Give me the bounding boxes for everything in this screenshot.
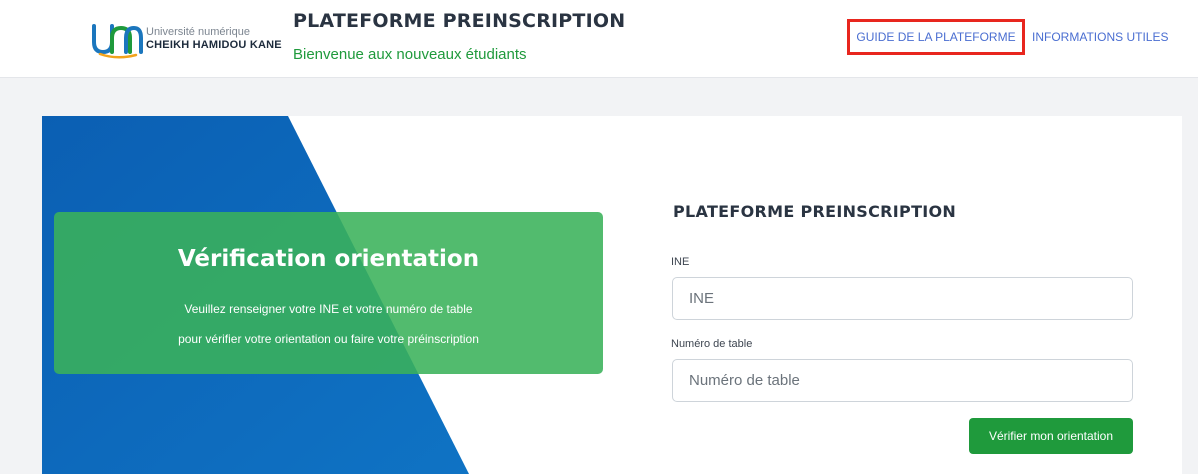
university-logo[interactable]: Université numérique CHEIKH HAMIDOU KANE [90, 18, 282, 62]
verify-orientation-button[interactable]: Vérifier mon orientation [969, 418, 1133, 454]
site-title: PLATEFORME PREINSCRIPTION [293, 10, 626, 32]
verification-card: Vérification orientation Veuillez rensei… [42, 116, 1182, 474]
top-header: Université numérique CHEIKH HAMIDOU KANE… [0, 0, 1198, 78]
orientation-info-panel: Vérification orientation Veuillez rensei… [54, 212, 603, 374]
table-number-input[interactable] [672, 359, 1133, 402]
form-title: PLATEFORME PREINSCRIPTION [673, 202, 957, 221]
table-number-label: Numéro de table [671, 338, 753, 350]
site-subtitle: Bienvenue aux nouveaux étudiants [293, 46, 527, 63]
logo-text-line2: CHEIKH HAMIDOU KANE [146, 39, 282, 51]
ine-label: INE [671, 256, 690, 268]
ine-input[interactable] [672, 277, 1133, 320]
panel-description-line2: pour vérifier votre orientation ou faire… [178, 332, 479, 346]
logo-text-line1: Université numérique [146, 26, 250, 38]
nav-link-info[interactable]: INFORMATIONS UTILES [1032, 19, 1168, 55]
unchk-logo-icon [92, 24, 143, 59]
panel-title: Vérification orientation [177, 246, 480, 272]
nav-link-guide[interactable]: GUIDE DE LA PLATEFORME [847, 19, 1025, 55]
panel-description-line1: Veuillez renseigner votre INE et votre n… [184, 302, 473, 316]
